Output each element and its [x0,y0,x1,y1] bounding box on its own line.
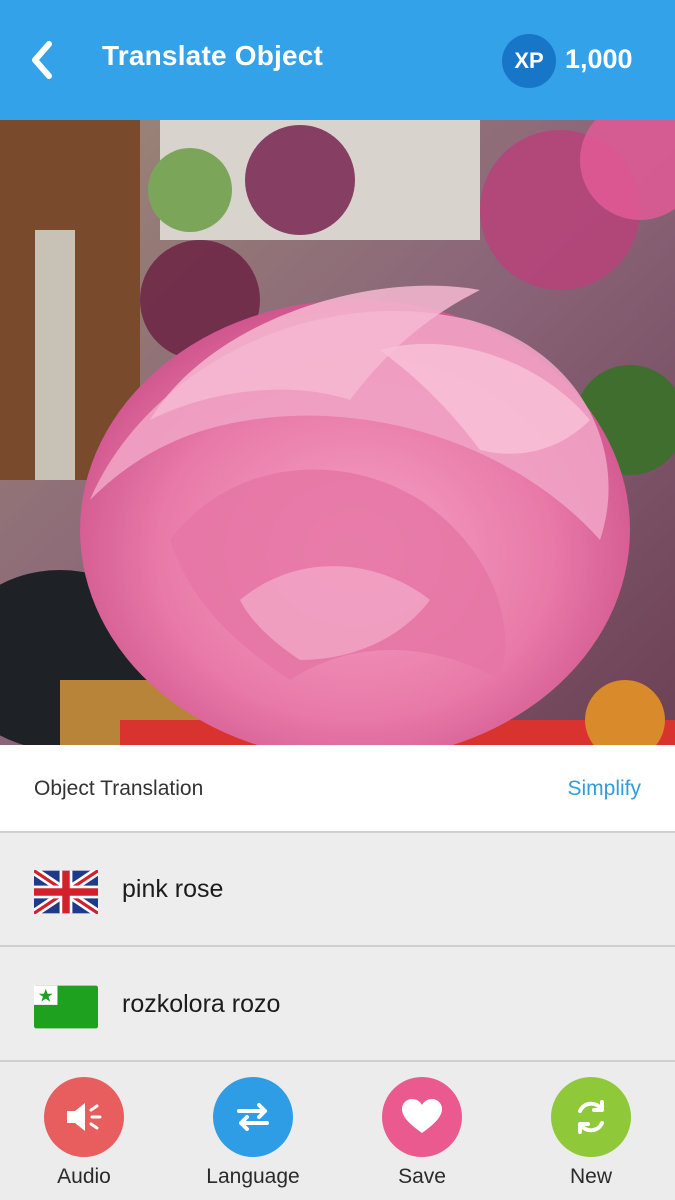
language-button[interactable]: Language [193,1077,313,1197]
xp-value: 1,000 [565,44,633,74]
audio-button[interactable]: Audio [24,1077,144,1197]
save-button[interactable]: Save [362,1077,482,1197]
rose-photo-image [0,120,675,745]
uk-flag-icon [34,870,98,914]
new-label: New [569,1165,612,1188]
esperanto-flag-icon [34,985,98,1029]
app-header: Translate Object XP 1,000 [0,0,675,120]
page-title: Translate Object [102,40,324,71]
action-bar: Audio Language Save New [0,1063,675,1200]
language-label: Language [206,1165,300,1188]
translation-row-source: pink rose [0,833,675,947]
back-button[interactable] [22,36,62,84]
target-translation-text: rozkolora rozo [122,990,281,1018]
chevron-left-icon [32,41,52,79]
language-circle [213,1077,293,1157]
heart-icon [402,1099,442,1133]
save-circle [382,1077,462,1157]
audio-label: Audio [57,1165,111,1188]
save-label: Save [398,1165,446,1188]
refresh-icon [578,1100,604,1134]
xp-badge: XP [502,34,556,88]
simplify-button[interactable]: Simplify [567,777,641,801]
swap-arrows-icon [237,1103,269,1131]
audio-circle [44,1077,124,1157]
source-translation-text: pink rose [122,875,224,903]
section-title: Object Translation [34,777,204,800]
object-photo [0,120,675,745]
new-circle [551,1077,631,1157]
new-button[interactable]: New [531,1077,651,1197]
object-translation-header: Object Translation Simplify [0,745,675,833]
translation-row-target: rozkolora rozo [0,948,675,1062]
speaker-icon [67,1103,102,1131]
